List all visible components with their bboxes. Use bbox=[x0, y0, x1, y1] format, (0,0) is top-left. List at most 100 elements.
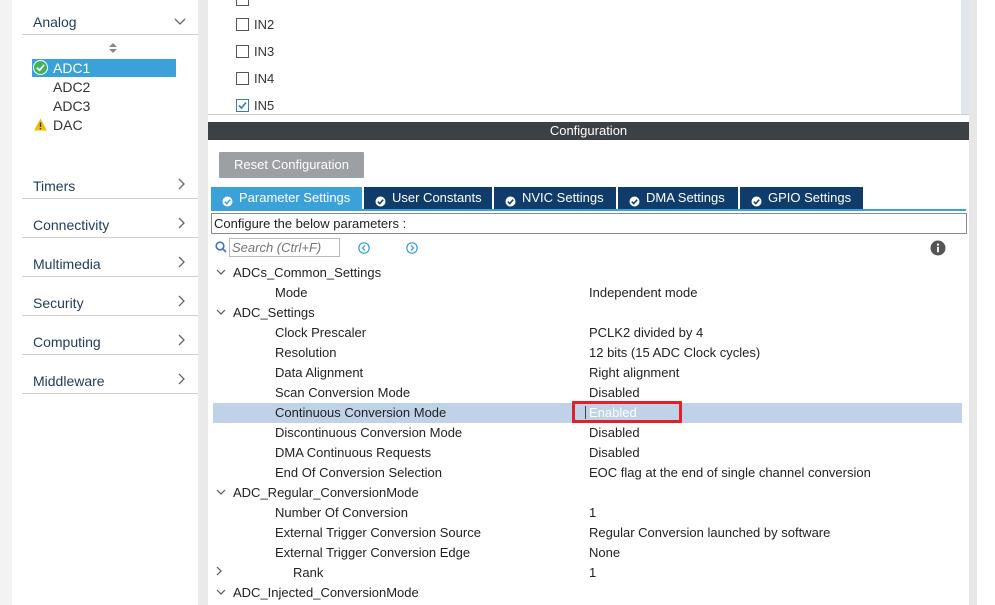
param-name: Scan Conversion Mode bbox=[275, 385, 411, 400]
chevron-down-icon bbox=[174, 14, 186, 29]
chevron-down-icon[interactable] bbox=[216, 583, 226, 603]
checkbox[interactable] bbox=[236, 0, 249, 6]
sidebar-category-label: Multimedia bbox=[33, 256, 101, 272]
param-name: External Trigger Conversion Edge bbox=[275, 545, 471, 560]
param-row-external-trigger-edge[interactable]: External Trigger Conversion Edge None bbox=[213, 543, 962, 563]
search-input[interactable] bbox=[229, 238, 340, 257]
tab-label: Parameter Settings bbox=[239, 190, 351, 205]
right-margin bbox=[977, 0, 995, 605]
info-icon[interactable] bbox=[930, 240, 946, 256]
chevron-down-icon[interactable] bbox=[216, 263, 226, 283]
param-name: Discontinuous Conversion Mode bbox=[275, 425, 463, 440]
sort-icon[interactable] bbox=[109, 43, 117, 53]
param-value[interactable]: EOC flag at the end of single channel co… bbox=[589, 463, 871, 483]
chevron-right-icon[interactable] bbox=[216, 563, 223, 583]
param-value[interactable]: Disabled bbox=[589, 383, 640, 403]
search-next-icon[interactable] bbox=[406, 242, 418, 254]
left-edge bbox=[0, 0, 12, 605]
sidebar-category-middleware[interactable]: Middleware bbox=[22, 363, 198, 394]
param-row-resolution[interactable]: Resolution 12 bits (15 ADC Clock cycles) bbox=[213, 343, 962, 363]
tab-user-constants[interactable]: User Constants bbox=[364, 187, 492, 209]
param-value[interactable]: PCLK2 divided by 4 bbox=[589, 323, 703, 343]
sidebar-category-label: Middleware bbox=[33, 373, 105, 389]
param-value[interactable]: Disabled bbox=[589, 423, 640, 443]
param-name: Number Of Conversion bbox=[275, 505, 408, 520]
tab-label: GPIO Settings bbox=[768, 190, 852, 205]
check-circle-icon bbox=[629, 192, 640, 207]
param-row-end-of-conversion-selection[interactable]: End Of Conversion Selection EOC flag at … bbox=[213, 463, 962, 483]
sidebar-category-analog[interactable]: Analog bbox=[22, 4, 198, 35]
tab-label: DMA Settings bbox=[646, 190, 725, 205]
sidebar-category-label: Connectivity bbox=[33, 217, 110, 233]
sidebar-item-label: ADC2 bbox=[53, 79, 91, 95]
chevron-right-icon bbox=[178, 373, 186, 388]
chevron-right-icon bbox=[178, 217, 186, 232]
param-value[interactable]: Regular Conversion launched by software bbox=[589, 523, 830, 543]
param-name: ADCs_Common_Settings bbox=[233, 265, 382, 280]
annotation-highlight-box bbox=[572, 401, 682, 423]
param-name: ADC_Regular_ConversionMode bbox=[233, 485, 419, 500]
configuration-header: Configuration bbox=[208, 122, 969, 140]
component-sidebar: Analog ADC1 ADC2 ADC3 DAC Timers Connect… bbox=[12, 0, 199, 605]
tab-dma-settings[interactable]: DMA Settings bbox=[618, 187, 738, 209]
param-value[interactable]: None bbox=[589, 543, 620, 563]
tab-parameter-settings[interactable]: Parameter Settings bbox=[211, 187, 362, 209]
chevron-down-icon[interactable] bbox=[216, 483, 226, 503]
param-row-data-alignment[interactable]: Data Alignment Right alignment bbox=[213, 363, 962, 383]
checkbox[interactable] bbox=[236, 72, 249, 85]
param-name: Mode bbox=[275, 285, 308, 300]
tab-underline bbox=[211, 209, 966, 211]
channel-scrollbar[interactable] bbox=[961, 0, 969, 114]
param-row-dma-continuous-requests[interactable]: DMA Continuous Requests Disabled bbox=[213, 443, 962, 463]
sidebar-category-connectivity[interactable]: Connectivity bbox=[22, 207, 198, 238]
chevron-down-icon[interactable] bbox=[216, 303, 226, 323]
checkbox-checked[interactable] bbox=[236, 99, 249, 112]
tab-gpio-settings[interactable]: GPIO Settings bbox=[740, 187, 863, 209]
param-value[interactable]: Independent mode bbox=[589, 283, 697, 303]
channel-list: IN2 IN3 IN4 IN5 bbox=[208, 0, 969, 115]
sidebar-category-multimedia[interactable]: Multimedia bbox=[22, 246, 198, 277]
param-name: DMA Continuous Requests bbox=[275, 445, 432, 460]
param-row-discontinuous-conversion-mode[interactable]: Discontinuous Conversion Mode Disabled bbox=[213, 423, 962, 443]
param-row-mode[interactable]: Mode Independent mode bbox=[213, 283, 962, 303]
param-value[interactable]: Right alignment bbox=[589, 363, 679, 383]
sidebar-item-adc1[interactable]: ADC1 bbox=[32, 59, 176, 77]
sidebar-category-label: Computing bbox=[33, 334, 101, 350]
param-subgroup-rank[interactable]: Rank 1 bbox=[213, 563, 962, 583]
param-row-clock-prescaler[interactable]: Clock Prescaler PCLK2 divided by 4 bbox=[213, 323, 962, 343]
param-group-adc-regular-conversionmode[interactable]: ADC_Regular_ConversionMode bbox=[213, 483, 962, 503]
sidebar-item-label: ADC1 bbox=[53, 60, 91, 76]
tab-label: User Constants bbox=[392, 190, 482, 205]
param-row-scan-conversion-mode[interactable]: Scan Conversion Mode Disabled bbox=[213, 383, 962, 403]
reset-configuration-button[interactable]: Reset Configuration bbox=[219, 152, 364, 178]
sidebar-item-label: DAC bbox=[53, 117, 83, 133]
sidebar-category-computing[interactable]: Computing bbox=[22, 324, 198, 355]
checkbox[interactable] bbox=[236, 18, 249, 31]
param-name: ADC_Settings bbox=[233, 305, 315, 320]
check-circle-icon bbox=[375, 192, 386, 207]
param-row-number-of-conversion[interactable]: Number Of Conversion 1 bbox=[213, 503, 962, 523]
param-value[interactable]: 12 bits (15 ADC Clock cycles) bbox=[589, 343, 760, 363]
checkbox[interactable] bbox=[236, 45, 249, 58]
param-group-adcs-common-settings[interactable]: ADCs_Common_Settings bbox=[213, 263, 962, 283]
sidebar-item-adc3[interactable]: ADC3 bbox=[32, 97, 176, 115]
search-previous-icon[interactable] bbox=[358, 242, 370, 254]
param-group-adc-settings[interactable]: ADC_Settings bbox=[213, 303, 962, 323]
panel-splitter[interactable] bbox=[198, 0, 208, 605]
sidebar-item-adc2[interactable]: ADC2 bbox=[32, 78, 176, 96]
param-group-adc-injected-conversionmode[interactable]: ADC_Injected_ConversionMode bbox=[213, 583, 962, 603]
param-row-external-trigger-source[interactable]: External Trigger Conversion Source Regul… bbox=[213, 523, 962, 543]
check-circle-icon bbox=[505, 192, 516, 207]
text-caret bbox=[585, 406, 586, 419]
sidebar-category-security[interactable]: Security bbox=[22, 285, 198, 316]
sidebar-category-timers[interactable]: Timers bbox=[22, 168, 198, 199]
param-name: Rank bbox=[293, 565, 324, 580]
tab-nvic-settings[interactable]: NVIC Settings bbox=[494, 187, 616, 209]
param-value[interactable]: Disabled bbox=[589, 443, 640, 463]
configuration-area: IN2 IN3 IN4 IN5 Configuration Reset Conf… bbox=[208, 0, 969, 605]
param-name: Data Alignment bbox=[275, 365, 364, 380]
param-value[interactable]: 1 bbox=[589, 503, 596, 523]
vertical-scrollbar[interactable] bbox=[969, 0, 977, 605]
sidebar-item-dac[interactable]: DAC bbox=[32, 116, 176, 134]
param-value[interactable]: 1 bbox=[589, 563, 596, 583]
